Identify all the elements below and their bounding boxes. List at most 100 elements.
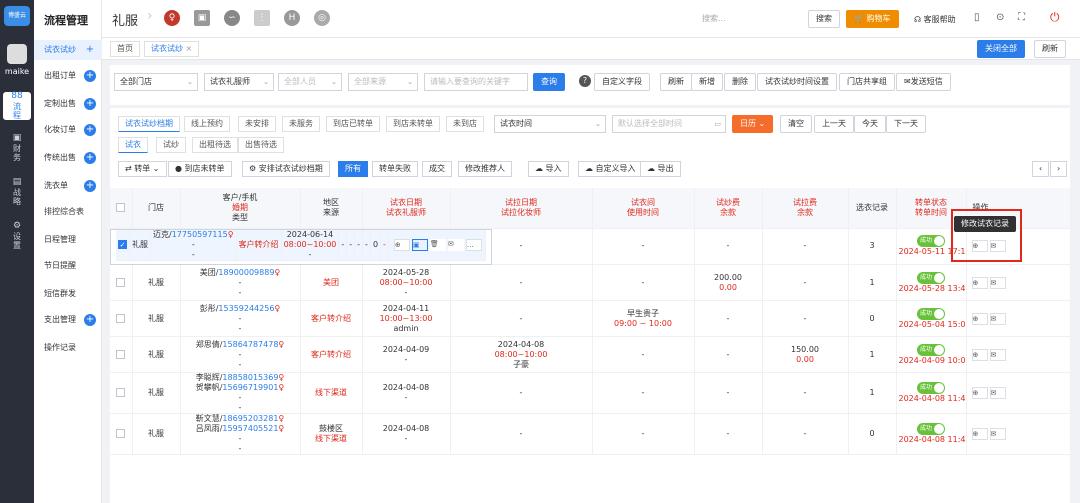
app-icon-2[interactable]: ▣ — [194, 10, 210, 26]
table-row[interactable]: ✓ 礼服 迈克/17750597115♀ - - 客户转介绍 2024-06-14 0… — [110, 228, 492, 265]
plus-icon[interactable]: + — [84, 44, 96, 56]
tab-arrived-transferred[interactable]: 到店已转单 — [326, 116, 380, 132]
row-checkbox[interactable] — [110, 372, 133, 414]
import-button[interactable]: ☁ 导入 — [528, 161, 569, 177]
sidebar-item-custom-sale[interactable]: 定制出售 + — [34, 94, 102, 114]
tab-home[interactable]: 首页 — [110, 41, 140, 57]
sidebar-item-rental[interactable]: 出租订单 + — [34, 66, 102, 86]
plus-icon[interactable]: + — [84, 180, 96, 192]
calendar-button[interactable]: 日历 ⌄ — [732, 115, 774, 133]
search-button[interactable]: 搜索 — [808, 10, 840, 28]
status-toggle[interactable]: 成功 — [917, 343, 945, 356]
delete-button[interactable]: 删除 — [724, 73, 756, 91]
mail-icon[interactable]: ✉ — [989, 312, 1006, 325]
scroll-right-button[interactable]: › — [1050, 161, 1068, 177]
sidebar-item-schedule-table[interactable]: 排控综合表 — [34, 202, 102, 222]
export-button[interactable]: ☁ 导出 — [640, 161, 681, 177]
filter-all-button[interactable]: 所有 — [338, 161, 368, 177]
app-icon-3[interactable]: ∽ — [224, 10, 240, 26]
sidebar-item-sms[interactable]: 短信群发 — [34, 284, 102, 304]
sidebar-item-traditional-sale[interactable]: 传统出售 + — [34, 148, 102, 168]
sidebar-item-expense[interactable]: 支出管理 + — [34, 310, 102, 330]
col-try-date[interactable]: 试衣日期 试衣礼服师 — [362, 188, 451, 229]
plus-circle-icon[interactable]: ⊕ — [971, 276, 988, 289]
source-select[interactable]: 全部来源 ⌄ — [348, 73, 418, 91]
row-checkbox[interactable] — [110, 413, 133, 455]
plus-icon[interactable]: + — [84, 124, 96, 136]
phone-link[interactable]: 18695203281 — [222, 414, 278, 423]
arrange-button[interactable]: ⚙ 安排试衣试纱档期 — [242, 161, 330, 177]
rail-item-settings[interactable]: ⚙ 设置 — [0, 222, 34, 251]
time-settings-button[interactable]: 试衣试纱时间设置 — [757, 73, 837, 91]
close-all-button[interactable]: 关闭全部 — [977, 40, 1025, 58]
table-row[interactable]: 礼服 郑思倩/15864787478♀ - - 客户转介绍 2024-04-09- … — [110, 336, 1071, 373]
plus-circle-icon[interactable]: ⊕ — [393, 238, 410, 251]
phone-link[interactable]: 15864787478 — [222, 340, 278, 349]
person-select[interactable]: 全部人员 ⌄ — [278, 73, 342, 91]
close-icon[interactable]: × — [186, 44, 193, 53]
phone-link[interactable]: 15696719901 — [222, 383, 278, 392]
avatar[interactable] — [7, 44, 27, 64]
phone-link[interactable]: 18858015369 — [222, 373, 278, 382]
fullscreen-icon[interactable]: ⛶ — [1018, 12, 1025, 23]
phone-link[interactable]: 15359244256 — [218, 304, 274, 313]
cart-button[interactable]: 🛒 购物车 — [846, 10, 899, 28]
prev-day-button[interactable]: 上一天 — [814, 115, 854, 133]
edit-record-icon[interactable]: ▣ — [411, 238, 428, 251]
help-link[interactable]: ☊ 客服帮助 — [914, 14, 956, 25]
plus-circle-icon[interactable]: ⊕ — [971, 387, 988, 399]
rail-item-finance[interactable]: ▣ 财务 — [0, 134, 34, 163]
app-icon-4[interactable]: H — [284, 10, 300, 26]
plus-circle-icon[interactable]: ⊕ — [971, 312, 988, 325]
col-pull-date[interactable]: 试拉日期 试拉化妆师 — [450, 188, 593, 229]
tab-try-dress[interactable]: 试衣 — [118, 137, 148, 153]
tab-sale-pending[interactable]: 出售待选 — [238, 137, 284, 153]
rail-item-strategy[interactable]: ▤ 战略 — [0, 178, 34, 207]
row-checkbox[interactable] — [110, 336, 133, 373]
sidebar-item-calendar[interactable]: 日程管理 — [34, 230, 102, 250]
tab-fitting[interactable]: 试衣试纱 × — [144, 41, 200, 57]
phone-link[interactable]: 15957405521 — [222, 424, 278, 433]
select-all-checkbox[interactable] — [110, 188, 133, 229]
mail-icon[interactable]: ✉ — [989, 348, 1006, 361]
help-icon[interactable]: ? — [579, 75, 591, 87]
plus-circle-icon[interactable]: ⊕ — [971, 428, 988, 440]
mail-icon[interactable]: ✉ — [989, 276, 1006, 289]
plus-icon[interactable]: + — [84, 98, 96, 110]
filter-fail-button[interactable]: 转单失败 — [372, 161, 418, 177]
tab-unserved[interactable]: 未服务 — [282, 116, 320, 132]
table-row[interactable]: 礼服 美团/18900009889♀ - - 美团 2024-05-28 08:00~… — [110, 264, 1071, 301]
power-icon[interactable]: ⏻ — [1050, 10, 1060, 25]
mail-icon[interactable]: ✉ — [989, 387, 1006, 399]
plus-icon[interactable]: + — [84, 314, 96, 326]
to-store-button[interactable]: ● 到店未转单 — [168, 161, 232, 177]
more-icon[interactable]: … — [465, 238, 482, 251]
mail-icon[interactable]: ✉ — [447, 238, 464, 251]
record-icon[interactable]: ⊙ — [996, 12, 1004, 23]
refresh-tabs-button[interactable]: 刷新 — [1034, 40, 1066, 58]
next-day-button[interactable]: 下一天 — [886, 115, 926, 133]
keyword-input[interactable]: 请输入要查询的关键字 — [424, 73, 528, 91]
edit-recommender-button[interactable]: 修改推荐人 — [458, 161, 512, 177]
rail-item-process[interactable]: 88 流程 — [3, 92, 31, 120]
app-icon-1[interactable]: ♀ — [164, 10, 180, 26]
store-share-button[interactable]: 门店共享组 — [839, 73, 895, 91]
tab-fitting-schedule[interactable]: 试衣试纱档期 — [118, 116, 180, 132]
scroll-left-button[interactable]: ‹ — [1032, 161, 1050, 177]
mail-icon[interactable]: ✉ — [989, 428, 1006, 440]
dresser-select[interactable]: 试衣礼服师 ⌄ — [204, 73, 274, 91]
custom-field-button[interactable]: 自定义字段 — [594, 73, 650, 91]
plus-icon[interactable]: + — [84, 152, 96, 164]
trash-icon[interactable]: 🗑 — [429, 238, 446, 251]
row-checkbox[interactable]: ✓ — [116, 229, 130, 261]
tab-online-booking[interactable]: 线上预约 — [184, 116, 230, 132]
status-toggle[interactable]: 成功 — [917, 235, 945, 248]
table-row[interactable]: 礼服 彭彤/15359244256♀ - - 客户转介绍 2024-04-11 10:… — [110, 300, 1071, 337]
custom-import-button[interactable]: ☁ 自定义导入 — [578, 161, 643, 177]
row-checkbox[interactable] — [110, 300, 133, 337]
mobile-icon[interactable]: ▯ — [974, 12, 980, 23]
send-sms-button[interactable]: ✉发送短信 — [896, 73, 951, 91]
table-row[interactable]: 礼服 李聪辉/18858015369♀ 贺攀帆/15696719901♀ - - 线下… — [110, 372, 1071, 414]
status-toggle[interactable]: 成功 — [917, 271, 945, 284]
time-type-select[interactable]: 试衣时间 ⌄ — [494, 115, 606, 133]
